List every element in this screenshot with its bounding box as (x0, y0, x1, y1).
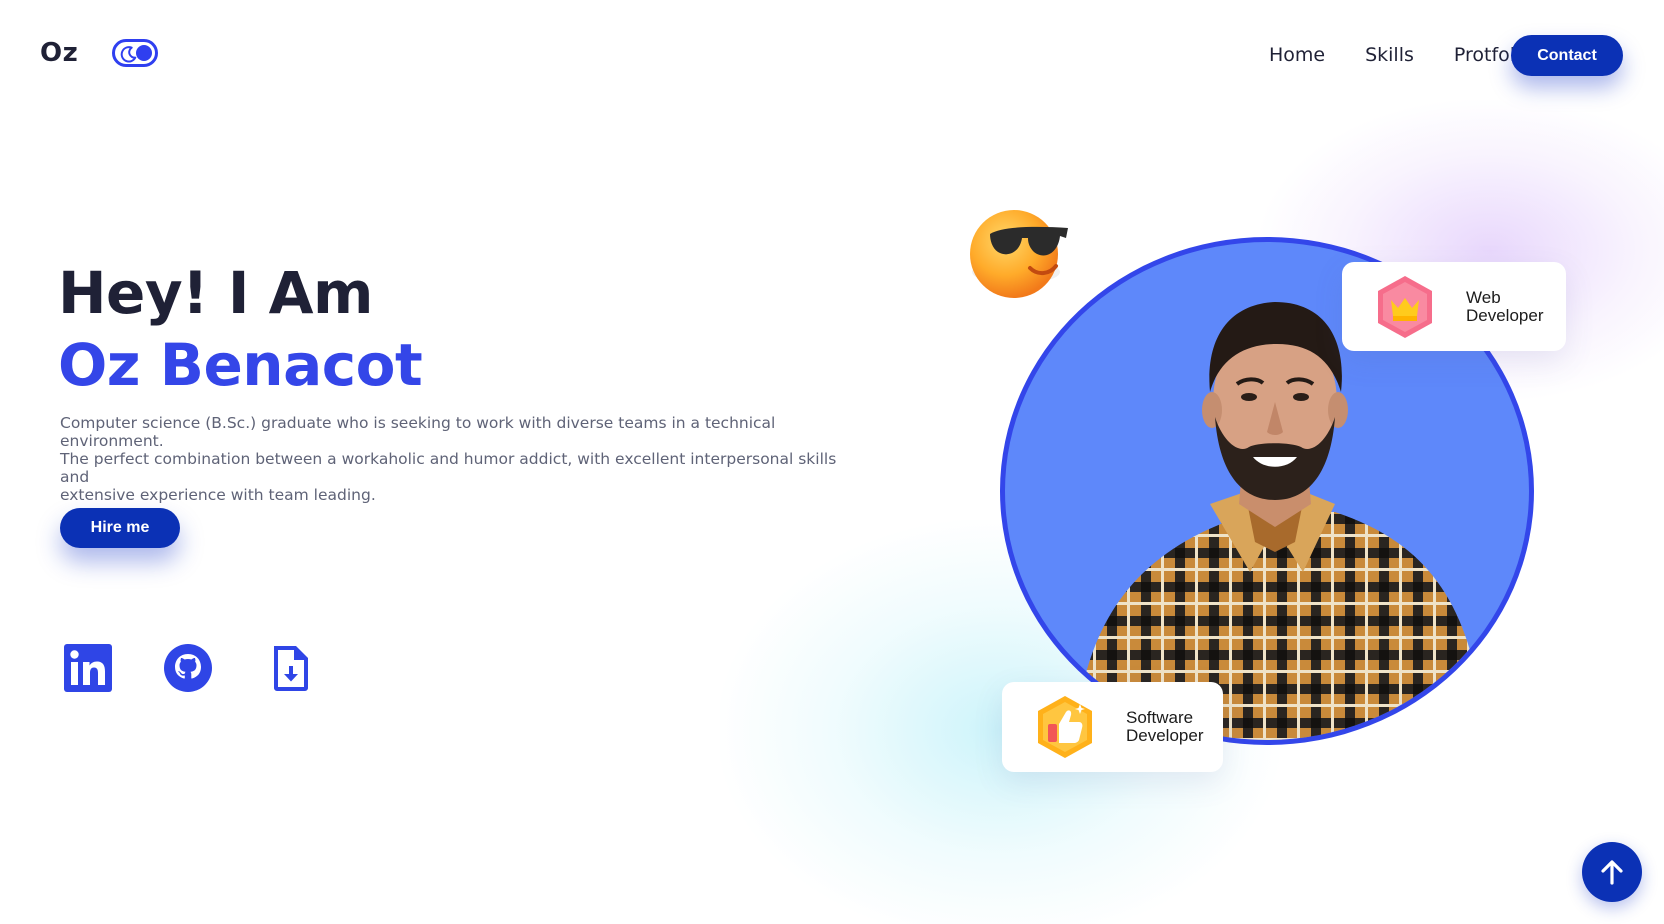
scroll-to-top-button[interactable] (1582, 842, 1642, 902)
bio-line: Computer science (B.Sc.) graduate who is… (60, 414, 776, 450)
linkedin-icon (64, 644, 112, 692)
contact-button[interactable]: Contact (1511, 35, 1623, 76)
nav-skills[interactable]: Skills (1365, 44, 1414, 66)
hero-name: Oz Benacot (58, 331, 423, 399)
resume-download-link[interactable] (264, 642, 316, 694)
badge-line: Software (1126, 708, 1194, 727)
linkedin-link[interactable] (62, 642, 114, 694)
badge-line: Developer (1126, 726, 1204, 745)
nav-home[interactable]: Home (1269, 44, 1325, 66)
toggle-knob (136, 45, 152, 61)
badge-line: Web (1466, 287, 1501, 307)
web-developer-card: Web Developer (1342, 262, 1566, 351)
hire-me-button[interactable]: Hire me (60, 508, 180, 548)
arrow-up-icon (1601, 860, 1623, 885)
logo[interactable]: Oz (40, 38, 78, 68)
sunglasses-emoji (968, 208, 1078, 308)
bio-line: The perfect combination between a workah… (60, 450, 837, 486)
thumbs-up-icon (1034, 694, 1096, 760)
resume-download-icon (274, 646, 308, 691)
bio-line: extensive experience with team leading. (60, 486, 376, 504)
theme-toggle[interactable] (112, 39, 158, 67)
github-link[interactable] (162, 642, 214, 694)
software-developer-card: Software Developer (1002, 682, 1223, 772)
main-nav: Home Skills Protfolio (1229, 44, 1532, 66)
software-developer-label: Software Developer (1126, 709, 1216, 745)
hero-greeting: Hey! I Am (58, 259, 373, 327)
hero-bio: Computer science (B.Sc.) graduate who is… (60, 414, 840, 504)
page: Oz Home Skills Protfolio Contact Hey! I … (0, 0, 1664, 924)
badge-line: Developer (1466, 305, 1544, 325)
crown-icon (1374, 274, 1436, 340)
web-developer-label: Web Developer (1466, 287, 1556, 325)
github-icon (164, 644, 212, 692)
